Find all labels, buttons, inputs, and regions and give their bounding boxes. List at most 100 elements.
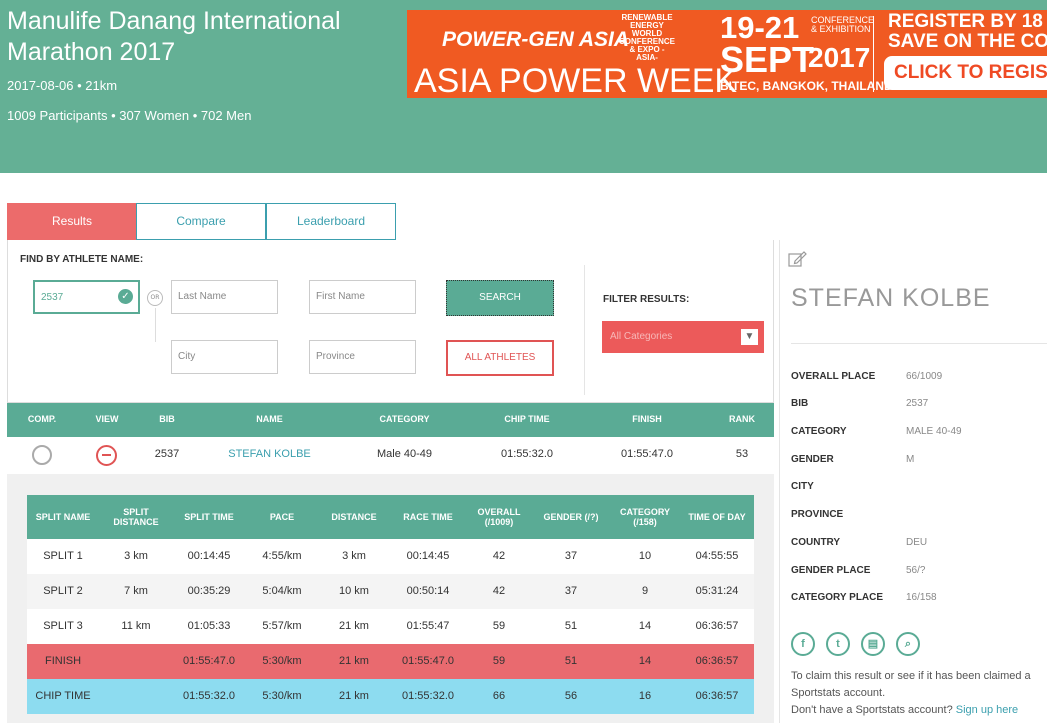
category-filter-value: All Categories (610, 331, 673, 342)
info-label: PROVINCE (791, 509, 844, 520)
ad-asia-power-week: ASIA POWER WEEK (414, 62, 738, 98)
split-race-time: 01:55:32.0 (402, 690, 454, 702)
split-time: 01:55:32.0 (183, 690, 235, 702)
info-label: CATEGORY PLACE (791, 592, 884, 603)
row-chip-time: 01:55:32.0 (501, 448, 553, 460)
signup-line: Don't have a Sportstats account? Sign up… (791, 702, 1047, 719)
filter-results-label: FILTER RESULTS: (603, 294, 690, 305)
col-pace: PACE (269, 512, 295, 522)
divider (791, 343, 1047, 344)
ad-rew-logo: RENEWABLE ENERGY WORLD CONFERENCE & EXPO… (619, 13, 676, 62)
split-row-finish: FINISH 01:55:47.0 5:30/km 21 km 01:55:47… (27, 644, 754, 679)
certificate-icon[interactable]: ▤ (861, 632, 885, 656)
collapse-minus-icon[interactable] (96, 445, 117, 466)
athlete-name-link[interactable]: STEFAN KOLBE (207, 448, 332, 460)
ad-banner[interactable]: POWER-GEN ASIA RENEWABLE ENERGY WORLD CO… (407, 10, 1047, 98)
col-time-of-day: TIME OF DAY (688, 512, 746, 522)
search-icon[interactable]: ⌕ (896, 632, 920, 656)
split-overall: 59 (492, 655, 506, 667)
split-row-chip-time: CHIP TIME 01:55:32.0 5:30/km 21 km 01:55… (27, 679, 754, 714)
split-total-distance: 3 km (342, 550, 366, 562)
twitter-icon[interactable]: t (826, 632, 850, 656)
info-value: DEU (906, 537, 928, 548)
col-split-category: CATEGORY (/158) (619, 507, 670, 527)
ad-register-text: REGISTER BY 18 AUG SAVE ON THE CONF (888, 12, 1047, 52)
last-name-input[interactable]: Last Name (171, 280, 278, 314)
or-badge: OR (147, 290, 163, 306)
tab-leaderboard[interactable]: Leaderboard (266, 203, 396, 240)
first-name-input[interactable]: First Name (309, 280, 416, 314)
split-pace: 5:04/km (262, 585, 302, 597)
split-overall: 42 (492, 585, 506, 597)
split-category: 16 (638, 690, 652, 702)
split-overall: 66 (492, 690, 506, 702)
info-value: 16/158 (906, 592, 937, 603)
info-label: GENDER (791, 454, 834, 465)
split-gender: 56 (564, 690, 578, 702)
search-panel: FIND BY ATHLETE NAME: 2537 ✓ OR Last Nam… (7, 240, 774, 403)
ad-conference: CONFERENCE & EXHIBITION (811, 15, 875, 34)
split-overall: 59 (492, 620, 506, 632)
col-view: VIEW (95, 414, 119, 424)
col-race-time: RACE TIME (403, 512, 453, 522)
split-total-distance: 21 km (339, 690, 369, 702)
split-race-time: 00:50:14 (406, 585, 450, 597)
col-distance: DISTANCE (331, 512, 377, 522)
split-name: CHIP TIME (35, 690, 91, 702)
tab-compare[interactable]: Compare (136, 203, 266, 240)
col-finish: FINISH (632, 414, 662, 424)
split-name: SPLIT 1 (43, 550, 83, 562)
split-gender: 37 (564, 550, 578, 562)
split-row: SPLIT 1 3 km 00:14:45 4:55/km 3 km 00:14… (27, 539, 754, 574)
event-date-distance: 2017-08-06 • 21km (7, 78, 118, 93)
split-time: 00:35:29 (187, 585, 231, 597)
bib-input[interactable]: 2537 ✓ (33, 280, 140, 314)
split-time: 01:05:33 (187, 620, 231, 632)
split-category: 10 (638, 550, 652, 562)
bib-input-value: 2537 (41, 292, 64, 303)
split-row: SPLIT 2 7 km 00:35:29 5:04/km 10 km 00:5… (27, 574, 754, 609)
filter-divider (584, 265, 585, 395)
signup-link[interactable]: Sign up here (956, 704, 1018, 716)
row-rank: 53 (735, 448, 749, 460)
split-total-distance: 10 km (339, 585, 369, 597)
col-comp: COMP. (27, 414, 57, 424)
col-gender: GENDER (/?) (543, 512, 599, 522)
split-pace: 5:57/km (262, 620, 302, 632)
info-label: OVERALL PLACE (791, 371, 876, 382)
split-gender: 51 (564, 655, 578, 667)
col-rank: RANK (729, 414, 755, 424)
split-time-of-day: 06:36:57 (695, 655, 739, 667)
results-table-header: COMP. VIEW BIB NAME CATEGORY CHIP TIME F… (7, 403, 774, 437)
tab-results[interactable]: Results (7, 203, 137, 240)
edit-icon[interactable] (788, 250, 808, 268)
all-athletes-button[interactable]: ALL ATHLETES (446, 340, 554, 376)
category-filter-select[interactable]: All Categories ▼ (602, 321, 764, 353)
splits-section: SPLIT NAME SPLIT DISTANCE SPLIT TIME PAC… (7, 474, 774, 723)
split-time-of-day: 05:31:24 (695, 585, 739, 597)
city-input[interactable]: City (171, 340, 278, 374)
compare-radio[interactable] (32, 445, 52, 465)
info-value: M (906, 454, 915, 465)
event-header: Manulife Danang International Marathon 2… (0, 0, 1047, 173)
split-total-distance: 21 km (339, 655, 369, 667)
info-label: CATEGORY (791, 426, 847, 437)
col-category: CATEGORY (379, 414, 430, 424)
split-gender: 51 (564, 620, 578, 632)
facebook-icon[interactable]: f (791, 632, 815, 656)
or-divider (155, 308, 156, 342)
ad-divider (873, 16, 874, 92)
info-value: MALE 40-49 (906, 426, 962, 437)
split-race-time: 01:55:47 (406, 620, 450, 632)
info-label: GENDER PLACE (791, 565, 871, 576)
row-finish: 01:55:47.0 (621, 448, 673, 460)
table-row[interactable]: 2537 STEFAN KOLBE Male 40-49 01:55:32.0 … (7, 437, 774, 474)
ad-powergen-logo: POWER-GEN ASIA (442, 28, 630, 51)
ad-click-to-register-button[interactable]: CLICK TO REGISTE (884, 56, 1047, 90)
split-distance: 3 km (124, 550, 148, 562)
province-input[interactable]: Province (309, 340, 416, 374)
split-time-of-day: 06:36:57 (695, 690, 739, 702)
search-button[interactable]: SEARCH (446, 280, 554, 316)
athlete-detail-panel: STEFAN KOLBE OVERALL PLACE 66/1009 BIB 2… (779, 240, 1047, 723)
split-time: 01:55:47.0 (183, 655, 235, 667)
